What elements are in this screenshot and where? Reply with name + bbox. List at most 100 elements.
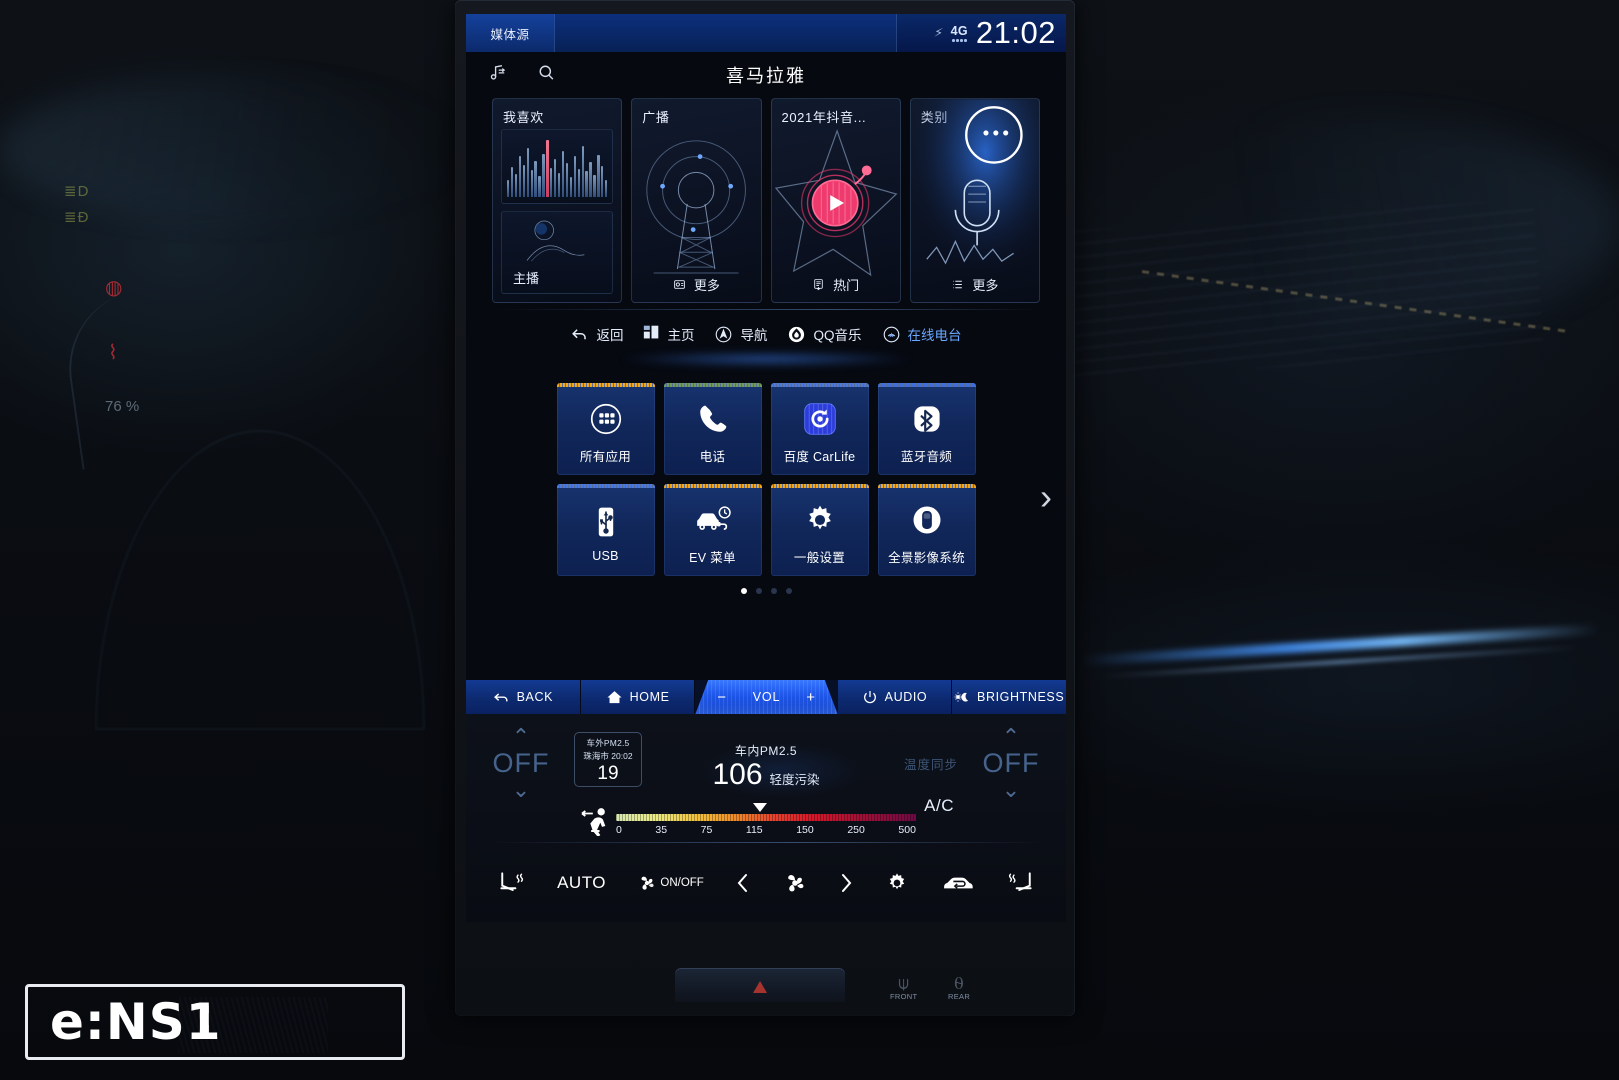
app-phone[interactable]: 电话 xyxy=(663,383,762,475)
search-icon[interactable] xyxy=(537,63,556,87)
nav-label: QQ音乐 xyxy=(813,328,862,343)
star-record-icon xyxy=(772,99,900,302)
signal-bolt-icon: ⚡ xyxy=(932,24,944,41)
toolbar-volume-control[interactable]: − VOL + xyxy=(695,680,838,714)
panoramic-view-icon xyxy=(909,499,945,541)
rear-defog-button[interactable]: ⍬ REAR xyxy=(948,974,970,1001)
playlist-music-icon[interactable] xyxy=(488,63,507,87)
bluetooth-icon xyxy=(909,398,945,440)
anchor-tile[interactable]: 主播 xyxy=(501,211,614,294)
media-card-row: 我喜欢 主播 广播 更多 2021年抖音... 热门 更多 xyxy=(466,98,1066,303)
toolbar-label: BACK xyxy=(516,690,554,704)
temp-up-right-button[interactable]: ⌃ xyxy=(1002,726,1020,748)
home-grid-icon xyxy=(643,324,660,344)
page-dot-4[interactable] xyxy=(785,588,792,594)
nav-item-navigation[interactable]: 导航 xyxy=(714,324,767,344)
volume-increase-button[interactable]: + xyxy=(806,689,816,706)
fan-onoff-button[interactable]: ON/OFF xyxy=(637,873,704,893)
media-app-header: 喜马拉雅 xyxy=(466,52,1066,98)
nav-label: 导航 xyxy=(740,328,768,343)
card-footer-label: 更多 xyxy=(693,278,720,293)
auto-button[interactable]: AUTO xyxy=(557,873,606,893)
nav-label: 返回 xyxy=(596,328,624,343)
home-icon xyxy=(607,690,622,703)
tick: 35 xyxy=(655,824,668,836)
toolbar-brightness-button[interactable]: BRIGHTNESS xyxy=(952,680,1066,714)
inside-pm25-value: 106 xyxy=(712,758,763,791)
temperature-sync-label[interactable]: 温度同步 xyxy=(904,754,958,773)
app-label: 百度 CarLife xyxy=(783,449,856,464)
seat-heat-right-button[interactable] xyxy=(1006,869,1036,897)
air-recirculation-icon xyxy=(943,877,973,889)
fan-decrease-button[interactable] xyxy=(735,871,751,895)
clock: 21:02 xyxy=(975,15,1056,50)
card-footer-label: 主播 xyxy=(513,271,540,286)
hvac-upper: ⌃ OFF ⌄ 车外PM2.5 珠海市 20:02 19 车内PM2.5 106… xyxy=(466,714,1066,839)
tick: 75 xyxy=(700,824,713,836)
app-all-apps[interactable]: 所有应用 xyxy=(556,383,655,475)
card-footer-label: 更多 xyxy=(972,278,999,293)
back-arrow-icon xyxy=(572,328,587,339)
app-baidu-carlife[interactable]: 百度 CarLife xyxy=(770,383,869,475)
seat-heat-left-button[interactable] xyxy=(496,869,526,897)
app-label: EV 菜单 xyxy=(689,550,736,565)
toolbar-label: AUDIO xyxy=(884,690,928,704)
airflow-seat-icon[interactable] xyxy=(580,806,614,841)
ev-car-icon xyxy=(693,499,733,541)
hazard-light-button[interactable] xyxy=(675,968,845,1002)
nav-item-back[interactable]: 返回 xyxy=(570,324,623,344)
front-defog-button[interactable]: ⍦ FRONT xyxy=(890,974,917,1001)
media-card-category[interactable]: 类别 xyxy=(909,98,1040,303)
ens1-brand-badge: e:NS1 xyxy=(25,984,405,1060)
temp-down-right-button[interactable]: ⌄ xyxy=(1002,779,1020,801)
fan-increase-button[interactable] xyxy=(838,871,854,895)
toolbar-label: BRIGHTNESS xyxy=(977,690,1065,704)
toolbar-audio-button[interactable]: AUDIO xyxy=(837,680,953,714)
air-recirculation-button[interactable] xyxy=(941,872,975,894)
hvac-settings-gear-icon xyxy=(890,873,905,890)
status-bar-center xyxy=(554,14,896,52)
fog-light-icon: ≣Ð xyxy=(64,209,90,226)
media-source-button[interactable]: 媒体源 xyxy=(466,14,554,52)
fan-speed-indicator[interactable] xyxy=(783,871,807,895)
media-card-radio[interactable]: 广播 更多 xyxy=(631,98,762,303)
app-bluetooth-audio[interactable]: 蓝牙音频 xyxy=(877,383,976,475)
power-audio-icon xyxy=(863,691,876,704)
ac-button[interactable]: A/C xyxy=(924,796,954,816)
front-defog-icon: ⍦ xyxy=(898,973,910,993)
nav-item-home[interactable]: 主页 xyxy=(643,324,694,344)
app-usb[interactable]: USB xyxy=(556,484,655,576)
nav-item-qq-music[interactable]: QQ音乐 xyxy=(787,324,862,344)
page-dot-2[interactable] xyxy=(755,588,762,594)
media-card-douyin[interactable]: 2021年抖音... 热门 xyxy=(770,98,901,303)
page-title: 喜马拉雅 xyxy=(726,66,806,86)
phone-icon xyxy=(696,398,730,440)
cluster-arc xyxy=(58,280,232,470)
tick: 250 xyxy=(847,824,865,836)
media-card-favorites[interactable]: 我喜欢 主播 xyxy=(492,98,623,303)
network-indicator: 4G xyxy=(951,24,968,42)
toolbar-back-button[interactable]: BACK xyxy=(466,680,581,714)
air-quality-status: 轻度污染 xyxy=(769,773,820,787)
carlife-icon xyxy=(802,398,838,440)
hvac-settings-button[interactable] xyxy=(885,871,909,895)
app-general-settings[interactable]: 一般设置 xyxy=(770,484,869,576)
infotainment-screen: 媒体源 ⚡ 4G 21:02 喜马拉雅 我喜欢 主播 广播 更多 2021年抖音… xyxy=(466,14,1066,714)
tick: 115 xyxy=(745,824,763,836)
next-page-chevron-icon[interactable]: › xyxy=(1040,479,1052,515)
page-dot-1[interactable] xyxy=(740,588,747,594)
nav-item-online-radio[interactable]: 在线电台 xyxy=(882,324,962,344)
volume-decrease-button[interactable]: − xyxy=(717,689,727,706)
instrument-cluster-left: ≣D ≣Ð ◍ ⌇ 76 % xyxy=(58,170,250,470)
car-interior-scene: ≣D ≣Ð ◍ ⌇ 76 % 媒体源 ⚡ 4G 21:02 喜马拉雅 我喜欢 主… xyxy=(0,0,1619,1080)
app-ev-menu[interactable]: EV 菜单 xyxy=(663,484,762,576)
hvac-panel: ⌃ OFF ⌄ 车外PM2.5 珠海市 20:02 19 车内PM2.5 106… xyxy=(466,714,1066,922)
air-vent-right xyxy=(1064,198,1544,382)
app-grid: 所有应用 电话 百度 CarLife 蓝牙音频 USB EV 菜单 一般设置 全… xyxy=(466,383,1066,576)
page-dot-3[interactable] xyxy=(770,588,777,594)
app-panoramic-view[interactable]: 全景影像系统 xyxy=(877,484,976,576)
pm25-scale: 0 35 75 115 150 250 500 xyxy=(616,803,916,836)
pm25-gradient-bar xyxy=(616,814,916,821)
toolbar-home-button[interactable]: HOME xyxy=(580,680,696,714)
nav-active-glow xyxy=(616,351,916,367)
